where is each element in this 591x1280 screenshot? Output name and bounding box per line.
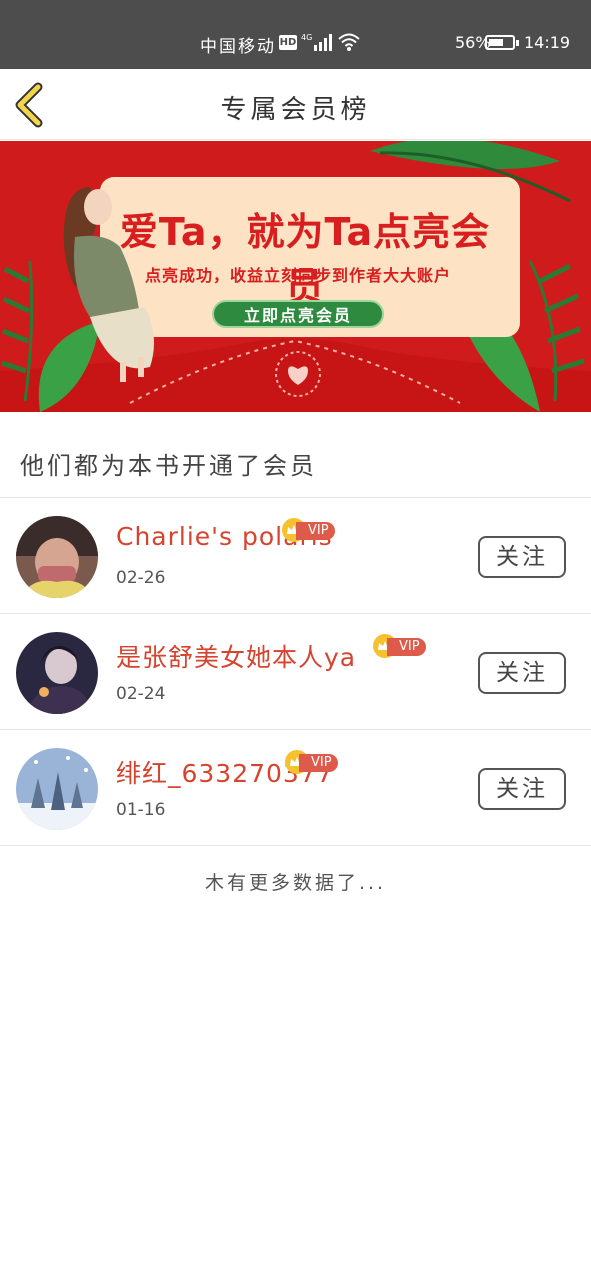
member-list: Charlie's polaris VIP 02-26 关注 是张舒美女她本人y…: [0, 498, 591, 846]
page-title: 专属会员榜: [220, 95, 371, 125]
member-name[interactable]: 是张舒美女她本人ya: [116, 638, 356, 674]
vip-label: VIP: [387, 638, 426, 656]
follow-button[interactable]: 关注: [478, 652, 566, 694]
vip-label: VIP: [299, 754, 338, 772]
section-heading: 他们都为本书开通了会员: [20, 452, 317, 480]
wifi-icon: [338, 33, 360, 51]
member-date: 01-16: [116, 800, 166, 820]
list-item: 是张舒美女她本人ya VIP 02-24 关注: [0, 614, 591, 730]
banner-title: 爱Ta，就为Ta点亮会员: [119, 210, 491, 309]
no-more-data-text: 木有更多数据了...: [204, 872, 387, 894]
member-date: 02-24: [116, 684, 166, 704]
signal-icon: 4G: [301, 33, 332, 51]
carrier-name: 中国移动: [200, 37, 276, 57]
list-item: Charlie's polaris VIP 02-26 关注: [0, 498, 591, 614]
status-bar: 中国移动 HD 4G 56% 14:19: [0, 0, 591, 69]
avatar[interactable]: [16, 748, 98, 830]
vip-label: VIP: [296, 522, 335, 540]
banner-subtitle: 点亮成功，收益立刻同步到作者大大账户: [144, 266, 451, 285]
nav-header: 专属会员榜: [0, 69, 591, 140]
light-up-membership-button[interactable]: 立即点亮会员: [212, 300, 384, 328]
promo-banner[interactable]: 爱Ta，就为Ta点亮会员 点亮成功，收益立刻同步到作者大大账户 立即点亮会员: [0, 141, 591, 412]
avatar[interactable]: [16, 516, 98, 598]
svg-text:4G: 4G: [301, 33, 312, 42]
battery-icon: [485, 35, 519, 50]
follow-button[interactable]: 关注: [478, 536, 566, 578]
follow-button[interactable]: 关注: [478, 768, 566, 810]
hd-icon: HD: [279, 35, 297, 50]
clock: 14:19: [524, 33, 571, 52]
member-date: 02-26: [116, 568, 166, 588]
avatar[interactable]: [16, 632, 98, 714]
list-item: 绯红_633270377 VIP 01-16 关注: [0, 730, 591, 846]
